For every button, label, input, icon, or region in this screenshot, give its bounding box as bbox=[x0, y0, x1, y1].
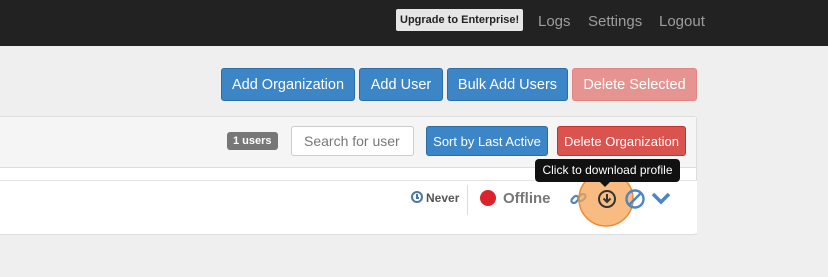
sort-by-last-active-button[interactable]: Sort by Last Active bbox=[426, 126, 548, 156]
row-divider bbox=[467, 185, 468, 215]
last-active-value: Never bbox=[426, 191, 460, 205]
download-tooltip: Click to download profile bbox=[535, 159, 680, 182]
delete-organization-button[interactable]: Delete Organization bbox=[557, 126, 686, 156]
add-user-button[interactable]: Add User bbox=[359, 68, 443, 101]
download-icon[interactable] bbox=[597, 189, 617, 209]
delete-selected-button[interactable]: Delete Selected bbox=[572, 68, 697, 101]
bulk-add-users-button[interactable]: Bulk Add Users bbox=[447, 68, 568, 101]
status-dot-icon bbox=[480, 190, 496, 206]
ban-icon[interactable] bbox=[624, 188, 646, 210]
clock-icon bbox=[411, 191, 423, 203]
top-navbar: Upgrade to Enterprise! Logs Settings Log… bbox=[0, 0, 828, 46]
tooltip-arrow bbox=[600, 182, 610, 187]
chevron-down-icon[interactable] bbox=[650, 190, 672, 206]
nav-link-logout[interactable]: Logout bbox=[659, 12, 705, 32]
status-text: Offline bbox=[503, 190, 551, 207]
upgrade-button[interactable]: Upgrade to Enterprise! bbox=[396, 9, 524, 31]
search-user-input[interactable] bbox=[291, 126, 414, 156]
nav-link-logs[interactable]: Logs bbox=[538, 12, 571, 32]
user-count-badge: 1 users bbox=[227, 132, 278, 150]
add-organization-button[interactable]: Add Organization bbox=[221, 68, 355, 101]
nav-link-settings[interactable]: Settings bbox=[588, 12, 642, 32]
